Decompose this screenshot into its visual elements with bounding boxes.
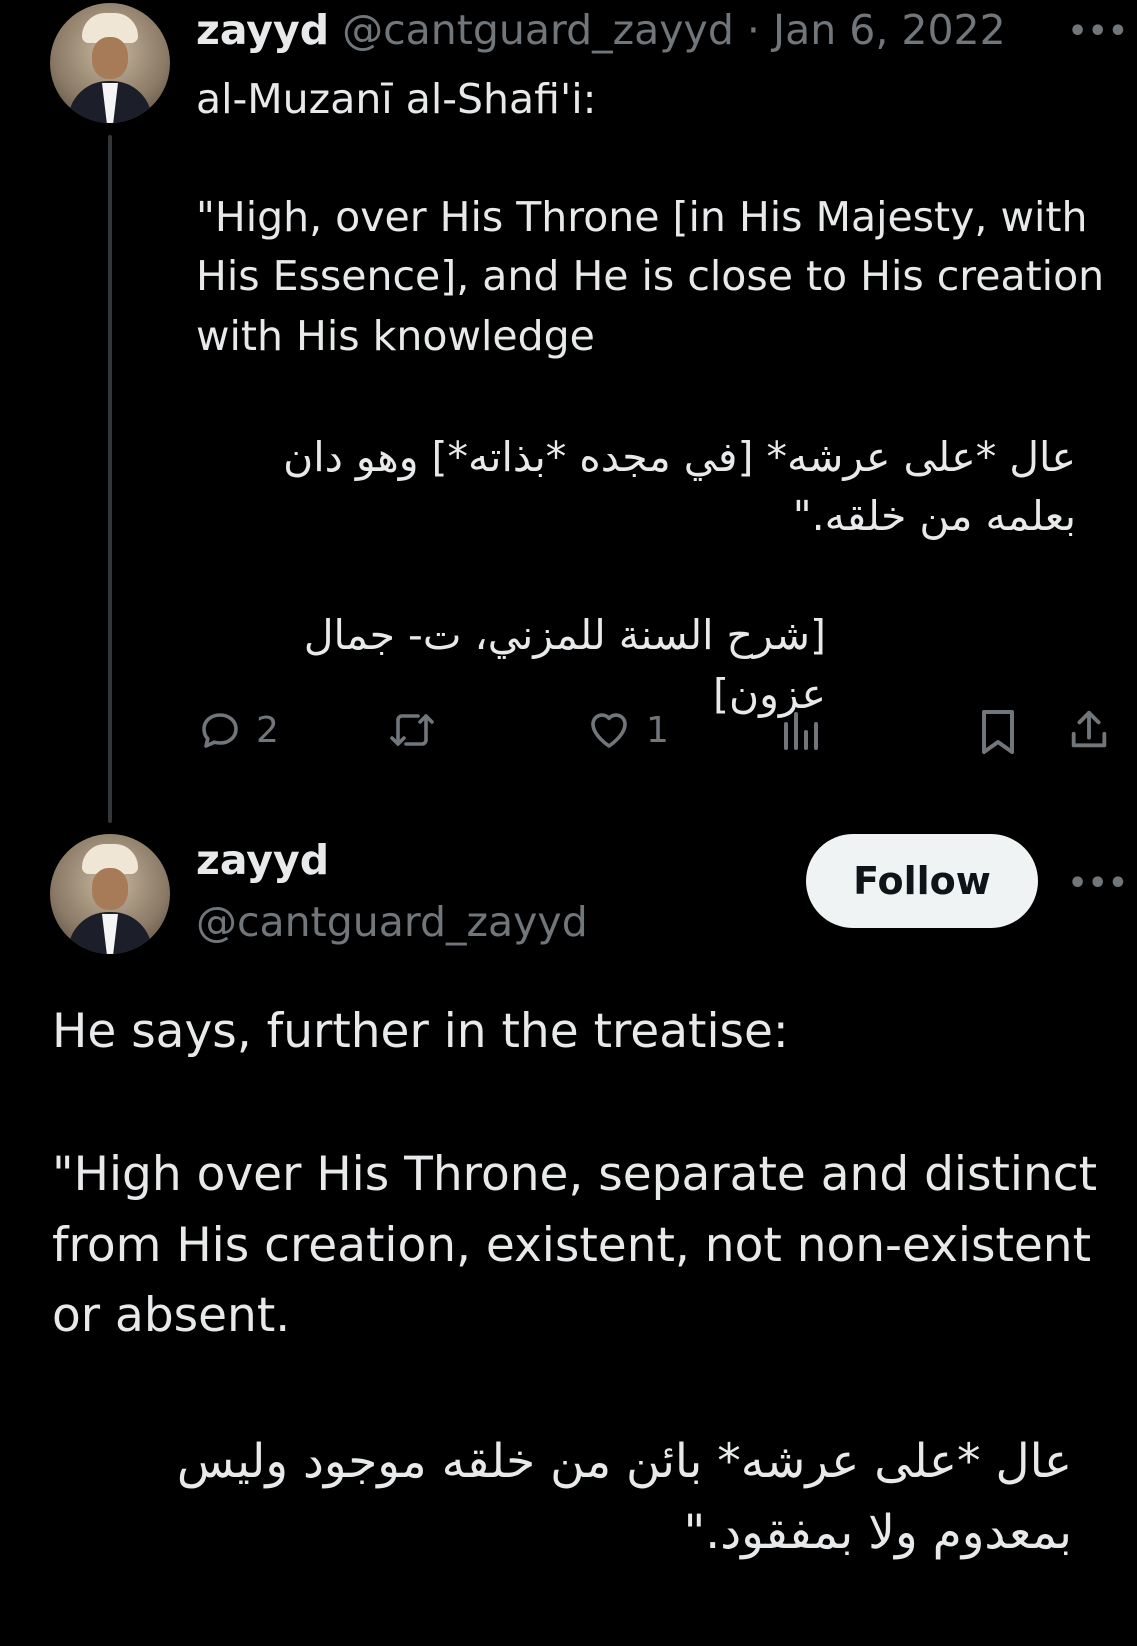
- tweet-text-arabic: عال *على عرشه* [في مجده *بذاته*] وهو دان…: [283, 433, 1076, 541]
- retweet-button[interactable]: [386, 706, 450, 754]
- handle[interactable]: @cantguard_zayyd: [196, 898, 588, 946]
- views-bar-chart-icon: [784, 712, 818, 750]
- handle[interactable]: @cantguard_zayyd: [342, 6, 734, 54]
- avatar[interactable]: [50, 3, 170, 123]
- bookmark-button[interactable]: [976, 706, 1020, 758]
- retweet-icon: [390, 714, 434, 746]
- separator: ·: [746, 6, 760, 54]
- bookmark-icon: [982, 710, 1014, 754]
- tweet-header: zayyd @cantguard_zayyd · Jan 6, 2022: [196, 6, 1006, 55]
- thread-connector-line: [108, 135, 112, 823]
- reply-icon: [202, 713, 238, 748]
- tweet-text-line: al-Muzanī al-Shafi'i:: [196, 75, 597, 123]
- tweet-text-line: He says, further in the treatise:: [52, 1004, 789, 1059]
- more-options-icon[interactable]: •••: [1068, 866, 1129, 901]
- display-name[interactable]: zayyd: [196, 836, 329, 884]
- display-name[interactable]: zayyd: [196, 6, 329, 54]
- more-options-icon[interactable]: •••: [1068, 14, 1129, 49]
- avatar[interactable]: [50, 834, 170, 954]
- share-button[interactable]: [1066, 706, 1112, 754]
- like-count: 1: [646, 709, 669, 751]
- follow-button[interactable]: Follow: [806, 834, 1038, 928]
- tweet-text-arabic: عال *على عرشه* بائن من خلقه موجود وليس ب…: [176, 1434, 1072, 1560]
- tweet-text-quote: "High over His Throne, separate and dist…: [52, 1147, 1098, 1343]
- tweet-text-quote: "High, over His Throne [in His Majesty, …: [196, 193, 1105, 360]
- like-button[interactable]: 1: [584, 706, 669, 754]
- reply-count: 2: [256, 709, 279, 751]
- heart-icon: [591, 713, 627, 748]
- reply-button[interactable]: 2: [196, 706, 279, 754]
- share-icon: [1071, 710, 1107, 748]
- views-button[interactable]: [780, 706, 836, 754]
- tweet-actions: 2 1: [196, 706, 1116, 766]
- tweet-date[interactable]: Jan 6, 2022: [773, 6, 1006, 54]
